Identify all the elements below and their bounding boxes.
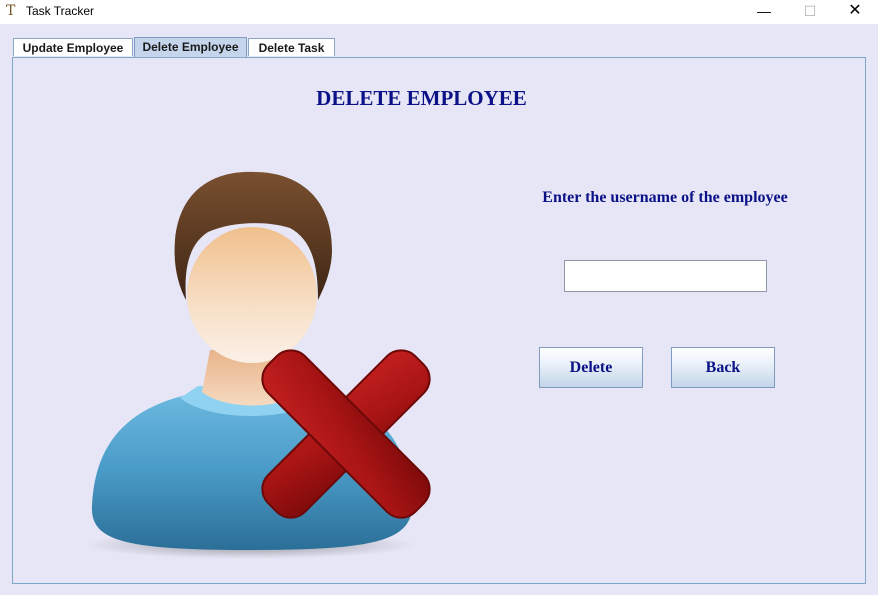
app-icon: T — [6, 3, 16, 19]
username-input[interactable] — [564, 260, 767, 292]
delete-button[interactable]: Delete — [539, 347, 643, 388]
minimize-button[interactable]: — — [741, 0, 787, 24]
tab-update-employee[interactable]: Update Employee — [13, 38, 133, 56]
back-button[interactable]: Back — [671, 347, 775, 388]
window-title: Task Tracker — [26, 4, 95, 18]
user-delete-icon — [85, 171, 431, 559]
title-bar: T Task Tracker — ☐ ✕ — [0, 0, 878, 24]
face — [187, 227, 317, 363]
maximize-button[interactable]: ☐ — [787, 0, 833, 24]
tab-delete-employee[interactable]: Delete Employee — [134, 37, 247, 57]
tab-delete-task[interactable]: Delete Task — [248, 38, 335, 56]
page-title: DELETE EMPLOYEE — [316, 86, 527, 110]
close-button[interactable]: ✕ — [832, 0, 878, 24]
username-prompt: Enter the username of the employee — [542, 189, 788, 206]
